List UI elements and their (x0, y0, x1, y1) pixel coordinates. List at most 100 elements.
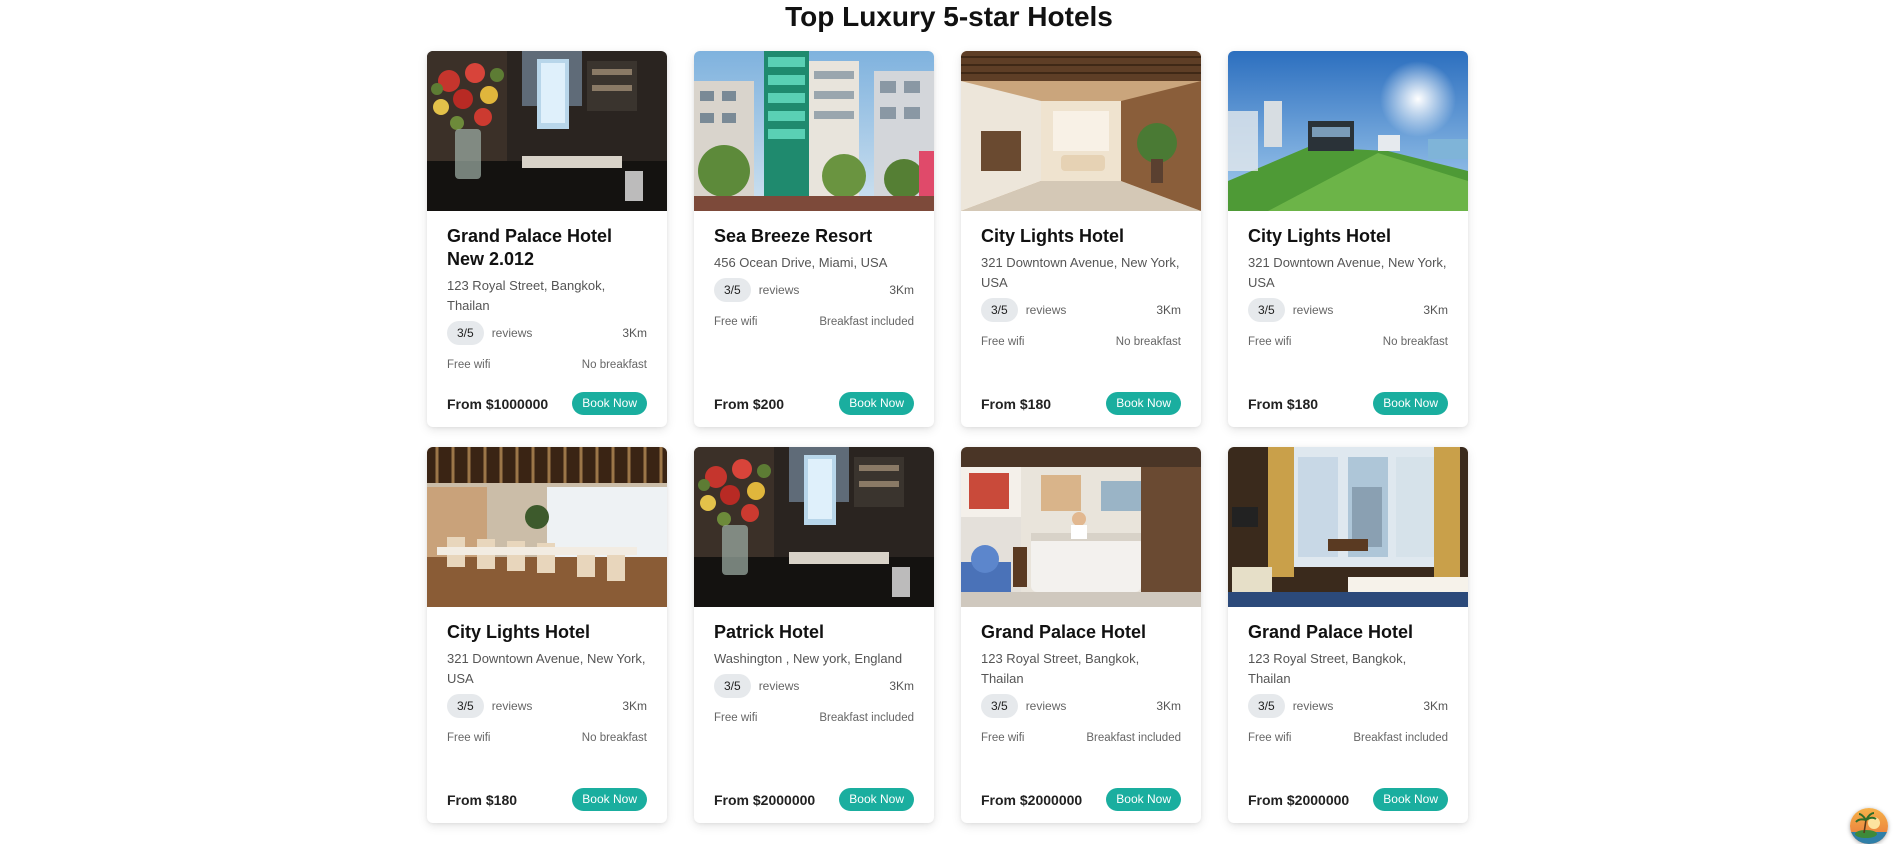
hotel-card-footer: From $1000000 Book Now (447, 392, 647, 415)
hotel-name[interactable]: City Lights Hotel (1248, 225, 1448, 248)
hotel-name[interactable]: Grand Palace Hotel New 2.012 (447, 225, 647, 271)
reviews-label: reviews (1025, 303, 1067, 317)
price-label: From $1000000 (447, 395, 549, 412)
hotel-card-footer: From $2000000 Book Now (981, 788, 1181, 811)
reviews-label: reviews (1292, 303, 1334, 317)
reviews-label: reviews (1292, 699, 1334, 713)
hotel-image[interactable] (961, 447, 1201, 607)
hotel-image[interactable] (1228, 447, 1468, 607)
reviews-label: reviews (1025, 699, 1067, 713)
reviews-label: reviews (491, 326, 533, 340)
distance-label: 3Km (889, 679, 914, 693)
book-now-button[interactable]: Book Now (1106, 788, 1181, 811)
distance-label: 3Km (1423, 303, 1448, 317)
hotel-image[interactable] (427, 447, 667, 607)
amenity-row: Free wifi No breakfast (1248, 336, 1448, 348)
breakfast-label: Breakfast included (819, 316, 914, 328)
hotel-name[interactable]: Sea Breeze Resort (714, 225, 914, 248)
distance-label: 3Km (1423, 699, 1448, 713)
hotel-meta-row: 3/5 reviews 3Km (447, 694, 647, 718)
hotel-meta-row: 3/5 reviews 3Km (981, 298, 1181, 322)
hotel-name[interactable]: Grand Palace Hotel (981, 621, 1181, 644)
hotel-meta-row: 3/5 reviews 3Km (981, 694, 1181, 718)
hotel-card[interactable]: City Lights Hotel 321 Downtown Avenue, N… (427, 447, 667, 823)
hotel-card[interactable]: City Lights Hotel 321 Downtown Avenue, N… (961, 51, 1201, 427)
hotel-address: 456 Ocean Drive, Miami, USA (714, 255, 888, 270)
distance-label: 3Km (889, 283, 914, 297)
hotel-address: 321 Downtown Avenue, New York, USA (1248, 255, 1447, 290)
hotel-card[interactable]: Sea Breeze Resort 456 Ocean Drive, Miami… (694, 51, 934, 427)
breakfast-label: No breakfast (1115, 336, 1181, 348)
wifi-label: Free wifi (1248, 732, 1292, 744)
hotel-name[interactable]: Patrick Hotel (714, 621, 914, 644)
hotel-address: Washington , New york, England (714, 651, 903, 666)
breakfast-label: Breakfast included (819, 712, 914, 724)
hotel-meta-row: 3/5 reviews 3Km (714, 278, 914, 302)
book-now-button[interactable]: Book Now (1373, 392, 1448, 415)
hotel-name[interactable]: City Lights Hotel (981, 225, 1181, 248)
hotel-card[interactable]: Patrick Hotel Washington , New york, Eng… (694, 447, 934, 823)
hotel-card-footer: From $2000000 Book Now (714, 788, 914, 811)
hotel-card[interactable]: Grand Palace Hotel 123 Royal Street, Ban… (1228, 447, 1468, 823)
reviews-label: reviews (758, 679, 800, 693)
hotel-name[interactable]: Grand Palace Hotel (1248, 621, 1448, 644)
reviews-label: reviews (758, 283, 800, 297)
hotel-address: 123 Royal Street, Bangkok, Thailan (1248, 651, 1407, 686)
price-label: From $2000000 (714, 791, 816, 808)
hotel-address: 123 Royal Street, Bangkok, Thailan (981, 651, 1140, 686)
hotel-address: 123 Royal Street, Bangkok, Thailan (447, 278, 606, 313)
rating-badge: 3/5 (714, 278, 751, 302)
hotel-image[interactable] (694, 51, 934, 211)
wifi-label: Free wifi (447, 359, 491, 371)
hotel-name[interactable]: City Lights Hotel (447, 621, 647, 644)
price-label: From $200 (714, 395, 785, 412)
hotel-meta-row: 3/5 reviews 3Km (447, 321, 647, 345)
rating-badge: 3/5 (447, 321, 484, 345)
hotel-image[interactable] (427, 51, 667, 211)
distance-label: 3Km (622, 326, 647, 340)
island-sunset-icon[interactable] (1850, 808, 1888, 844)
price-label: From $180 (1248, 395, 1319, 412)
hotel-card-footer: From $180 Book Now (981, 392, 1181, 415)
book-now-button[interactable]: Book Now (572, 788, 647, 811)
breakfast-label: Breakfast included (1086, 732, 1181, 744)
wifi-label: Free wifi (1248, 336, 1292, 348)
breakfast-label: No breakfast (581, 359, 647, 371)
hotel-meta-row: 3/5 reviews 3Km (714, 674, 914, 698)
hotel-card-footer: From $180 Book Now (1248, 392, 1448, 415)
hotel-card-footer: From $200 Book Now (714, 392, 914, 415)
price-label: From $2000000 (981, 791, 1083, 808)
book-now-button[interactable]: Book Now (1106, 392, 1181, 415)
page-title: Top Luxury 5-star Hotels (785, 1, 1113, 32)
hotel-card-footer: From $2000000 Book Now (1248, 788, 1448, 811)
hotel-meta-row: 3/5 reviews 3Km (1248, 298, 1448, 322)
hotel-image[interactable] (961, 51, 1201, 211)
hotel-grid: Grand Palace Hotel New 2.012 123 Royal S… (427, 51, 1468, 823)
wifi-label: Free wifi (981, 336, 1025, 348)
book-now-button[interactable]: Book Now (839, 788, 914, 811)
hotel-card[interactable]: Grand Palace Hotel 123 Royal Street, Ban… (961, 447, 1201, 823)
amenity-row: Free wifi No breakfast (447, 359, 647, 371)
distance-label: 3Km (622, 699, 647, 713)
rating-badge: 3/5 (1248, 298, 1285, 322)
distance-label: 3Km (1156, 303, 1181, 317)
price-label: From $2000000 (1248, 791, 1350, 808)
hotel-card[interactable]: Grand Palace Hotel New 2.012 123 Royal S… (427, 51, 667, 427)
hotel-image[interactable] (694, 447, 934, 607)
amenity-row: Free wifi No breakfast (447, 732, 647, 744)
breakfast-label: No breakfast (581, 732, 647, 744)
rating-badge: 3/5 (981, 298, 1018, 322)
price-label: From $180 (981, 395, 1052, 412)
book-now-button[interactable]: Book Now (572, 392, 647, 415)
hotel-card[interactable]: City Lights Hotel 321 Downtown Avenue, N… (1228, 51, 1468, 427)
amenity-row: Free wifi Breakfast included (981, 732, 1181, 744)
amenity-row: Free wifi Breakfast included (1248, 732, 1448, 744)
hotel-meta-row: 3/5 reviews 3Km (1248, 694, 1448, 718)
amenity-row: Free wifi Breakfast included (714, 712, 914, 724)
book-now-button[interactable]: Book Now (839, 392, 914, 415)
hotel-card-footer: From $180 Book Now (447, 788, 647, 811)
rating-badge: 3/5 (1248, 694, 1285, 718)
hotel-image[interactable] (1228, 51, 1468, 211)
distance-label: 3Km (1156, 699, 1181, 713)
book-now-button[interactable]: Book Now (1373, 788, 1448, 811)
